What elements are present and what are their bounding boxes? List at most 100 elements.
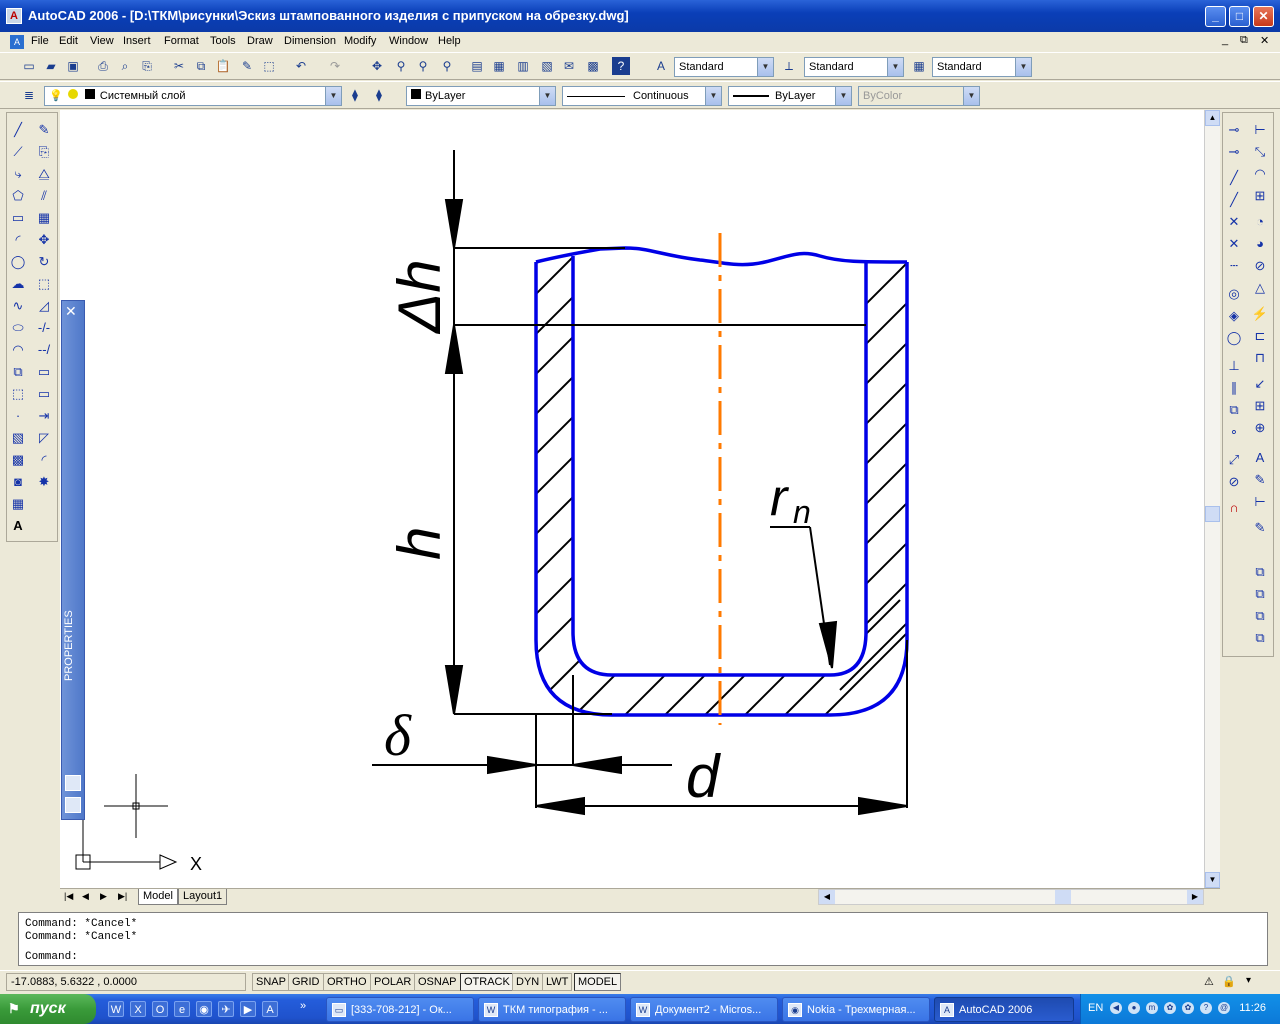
mirror-icon[interactable]: ⧋ [35,165,53,183]
copy-object-icon[interactable]: ⎘ [35,143,53,161]
vscroll-thumb[interactable] [1205,506,1220,522]
block-editor-icon[interactable]: ⬚ [260,57,278,75]
polygon-icon[interactable]: ⬠ [9,187,27,205]
quick-dim-icon[interactable]: ⚡ [1251,305,1269,323]
coordinate-readout[interactable]: -17.0883, 5.6322 , 0.0000 [6,973,246,991]
gradient-icon[interactable]: ▩ [9,451,27,469]
layer-select[interactable]: 💡 Системный слой ▼ [44,86,342,106]
construction-line-icon[interactable]: ⟋ [9,143,27,161]
rotate-icon[interactable]: ↻ [35,253,53,271]
minimize-button[interactable]: _ [1205,6,1226,27]
osnap-toggle[interactable]: OSNAP [414,973,461,991]
snap-toggle[interactable]: SNAP [252,973,290,991]
copy-icon[interactable]: ⧉ [192,57,210,75]
tab-next-icon[interactable]: ▶ [100,891,107,902]
scroll-right-icon[interactable]: ▶ [1187,890,1203,904]
sheet-set-icon[interactable]: ▧ [538,57,556,75]
snap-none-icon[interactable]: ⊘ [1225,473,1243,491]
match-properties-icon[interactable]: ✎ [238,57,256,75]
menu-tools[interactable]: Tools [210,35,236,47]
quicklaunch-autocad-icon[interactable]: A [262,1001,278,1017]
snap-quadrant-icon[interactable]: ◈ [1225,307,1243,325]
maximize-button[interactable]: □ [1229,6,1250,27]
spline-icon[interactable]: ∿ [9,297,27,315]
snap-midpoint-icon[interactable]: ╱ [1225,191,1243,209]
calculator-icon[interactable]: ▩ [584,57,602,75]
command-prompt[interactable]: Command: [25,951,78,963]
polyline-icon[interactable]: ⤷ [9,165,27,183]
design-center-icon[interactable]: ▦ [490,57,508,75]
bring-to-front-icon[interactable]: ⧉ [1251,563,1269,581]
quick-leader-icon[interactable]: ↙ [1251,375,1269,393]
move-icon[interactable]: ✥ [35,231,53,249]
quicklaunch-media-icon[interactable]: ▶ [240,1001,256,1017]
offset-icon[interactable]: ⫽ [35,187,53,205]
erase-icon[interactable]: ✎ [35,121,53,139]
menu-format[interactable]: Format [164,35,199,47]
line-icon[interactable]: ╱ [9,121,27,139]
scroll-up-icon[interactable]: ▲ [1205,110,1220,126]
command-window[interactable]: Command: *Cancel* Command: *Cancel* Comm… [18,912,1268,966]
temp-track-icon[interactable]: ⊸ [1225,121,1243,139]
undo-icon[interactable]: ↶ [292,57,310,75]
table-icon[interactable]: ▦ [9,495,27,513]
table-style-select[interactable]: Standard ▼ [932,57,1032,77]
dim-style-select[interactable]: Standard ▼ [804,57,904,77]
redo-icon[interactable]: ↷ [326,57,344,75]
scale-icon[interactable]: ⬚ [35,275,53,293]
chamfer-icon[interactable]: ◸ [35,429,53,447]
bring-above-icon[interactable]: ⧉ [1251,607,1269,625]
dim-linear-icon[interactable]: ⊢ [1251,121,1269,139]
point-icon[interactable]: · [9,407,27,425]
stretch-icon[interactable]: ◿ [35,297,53,315]
close-button[interactable]: ✕ [1253,6,1274,27]
new-icon[interactable]: ▭ [20,57,38,75]
center-mark-icon[interactable]: ⊕ [1251,419,1269,437]
snap-apparent-icon[interactable]: ✕ [1225,235,1243,253]
menu-modify[interactable]: Modify [344,35,376,47]
save-icon[interactable]: ▣ [64,57,82,75]
quicklaunch-word-icon[interactable]: W [108,1001,124,1017]
lineweight-select[interactable]: ByLayer ▼ [728,86,852,106]
otrack-toggle[interactable]: OTRACK [460,973,514,991]
quicklaunch-app-icon[interactable]: ✈ [218,1001,234,1017]
trim-icon[interactable]: -/- [35,319,53,337]
doc-minimize-icon[interactable]: _ [1222,34,1228,46]
dim-arc-icon[interactable]: ◠ [1251,165,1269,183]
tray-icon-7[interactable]: @ [1218,1002,1230,1014]
palette-menu-icon[interactable] [65,797,81,813]
publish-icon[interactable]: ⎘ [138,57,156,75]
scroll-down-icon[interactable]: ▼ [1205,872,1220,888]
dim-style-manager-icon[interactable]: ✎ [1251,519,1269,537]
status-menu-icon[interactable]: ▾ [1246,975,1251,986]
make-block-icon[interactable]: ⬚ [9,385,27,403]
doc-icon[interactable]: A [10,35,24,49]
text-style-icon[interactable]: A [652,57,670,75]
join-icon[interactable]: ⇥ [35,407,53,425]
zoom-previous-icon[interactable]: ⚲ [438,57,456,75]
tray-icon-1[interactable]: ◀ [1110,1002,1122,1014]
quicklaunch-ie-icon[interactable]: e [174,1001,190,1017]
doc-close-icon[interactable]: ✕ [1260,34,1269,47]
rectangle-icon[interactable]: ▭ [9,209,27,227]
plot-preview-icon[interactable]: ⌕ [116,57,134,75]
drawing-canvas[interactable]: Δh h δ d r n X [60,110,1204,888]
task-browser[interactable]: ◉ Nokia - Трехмерная... [782,997,930,1022]
quicklaunch-firefox-icon[interactable]: ◉ [196,1001,212,1017]
open-icon[interactable]: ▰ [42,57,60,75]
table-style-icon[interactable]: ▦ [910,57,928,75]
mtext-icon[interactable]: A [9,517,27,535]
task-chat[interactable]: ▭ [333-708-212] - Ок... [326,997,474,1022]
snap-endpoint-icon[interactable]: ╱ [1225,169,1243,187]
menu-view[interactable]: View [90,35,114,47]
dim-angular-icon[interactable]: △ [1251,279,1269,297]
scroll-left-icon[interactable]: ◀ [819,890,835,904]
snap-tangent-icon[interactable]: ◯ [1225,329,1243,347]
snap-from-icon[interactable]: ⊸ [1225,143,1243,161]
tray-icon-2[interactable]: ● [1128,1002,1140,1014]
break-icon[interactable]: ▭ [35,385,53,403]
properties-icon[interactable]: ▤ [468,57,486,75]
plot-icon[interactable]: ⎙ [94,57,112,75]
explode-icon[interactable]: ✸ [35,473,53,491]
ellipse-icon[interactable]: ⬭ [9,319,27,337]
